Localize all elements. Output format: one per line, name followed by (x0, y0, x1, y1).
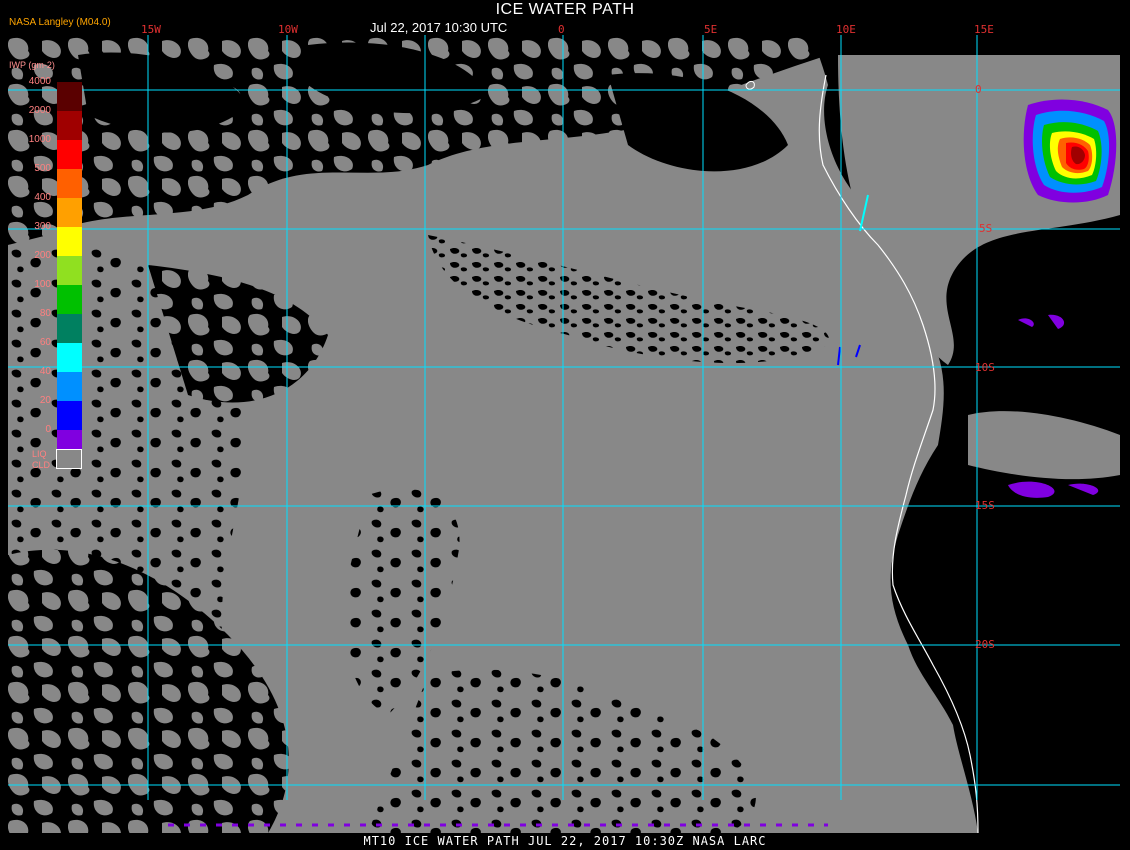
lat-label-5s: 5S (979, 222, 993, 235)
legend-swatch (57, 82, 82, 111)
footer-caption: MT10 ICE WATER PATH JUL 22, 2017 10:30Z … (363, 834, 767, 848)
legend-swatch (57, 285, 82, 314)
lat-label-15s: 15S (975, 499, 995, 512)
legend-tick-label: 300 (34, 221, 51, 232)
liq-cloud-swatch (56, 449, 82, 469)
lat-label-0: 0 (975, 83, 982, 96)
provider-label: NASA Langley (M04.0) (9, 17, 111, 28)
legend-tick-label: 60 (39, 337, 51, 348)
legend-swatch (57, 227, 82, 256)
map-title: ICE WATER PATH (495, 1, 635, 18)
map-timestamp: Jul 22, 2017 10:30 UTC (370, 20, 508, 35)
legend-tick-label: 40 (39, 366, 51, 377)
legend-title: IWP (gm-2) (9, 60, 55, 70)
ice-water-path-map (8, 35, 1120, 833)
legend-tick-label: 20 (39, 395, 51, 406)
legend-swatch (57, 314, 82, 343)
legend-tick-label: 80 (39, 308, 51, 319)
liq-label-2: CLD (32, 460, 51, 470)
legend-swatch (57, 343, 82, 372)
lat-label-20s: 20S (975, 638, 995, 651)
legend-swatch (57, 372, 82, 401)
legend-tick-label: 4000 (28, 76, 51, 87)
legend-swatch (57, 169, 82, 198)
legend-tick-label: 100 (34, 279, 51, 290)
legend-swatch (57, 198, 82, 227)
legend-tick-label: 2000 (28, 105, 51, 116)
legend-swatch (57, 111, 82, 140)
legend-tick-label: 1000 (28, 134, 51, 145)
legend-swatch (57, 401, 82, 430)
legend-tick-label: 200 (34, 250, 51, 261)
legend-tick-label: 400 (34, 192, 51, 203)
liq-label-1: LIQ (32, 449, 47, 459)
lat-label-10s: 10S (975, 361, 995, 374)
legend-swatch (57, 140, 82, 169)
legend-tick-label: 0 (45, 424, 51, 435)
legend-tick-label: 500 (34, 163, 51, 174)
legend-swatch (57, 256, 82, 285)
